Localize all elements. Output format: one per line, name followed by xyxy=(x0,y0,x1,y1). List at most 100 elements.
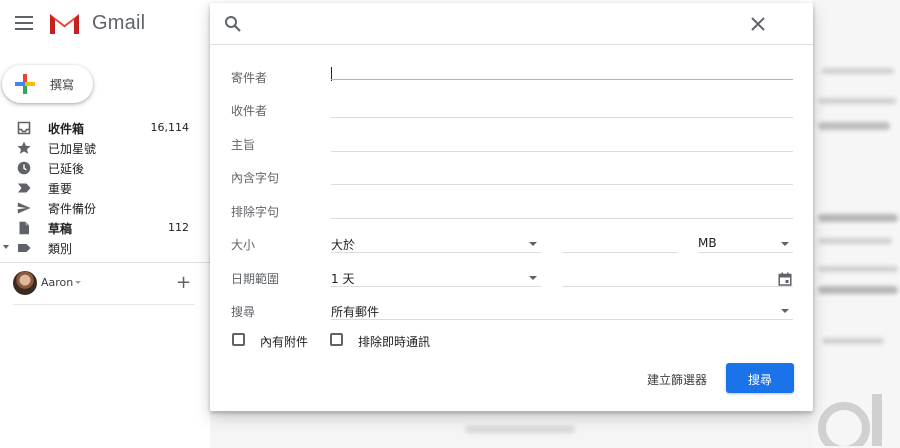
search-in-row: 搜尋 所有郵件 xyxy=(210,296,813,330)
gmail-logo-icon[interactable] xyxy=(48,11,81,36)
sidebar-item-inbox[interactable]: 收件箱 16,114 xyxy=(0,118,210,138)
account-name: Aaron xyxy=(41,276,74,289)
has-words-label: 內含字句 xyxy=(231,171,280,185)
has-words-underline xyxy=(331,184,793,185)
exclude-words-underline xyxy=(331,218,793,219)
to-label: 收件者 xyxy=(231,104,268,118)
subject-row: 主旨 xyxy=(210,129,813,163)
main-menu-icon[interactable] xyxy=(15,16,33,30)
sidebar-item-label: 寄件備份 xyxy=(48,202,97,216)
date-range-underline xyxy=(331,286,541,287)
size-value-underline xyxy=(562,252,678,253)
sidebar-item-sent[interactable]: 寄件備份 xyxy=(0,198,210,218)
search-icon[interactable] xyxy=(224,15,242,33)
inbox-icon xyxy=(17,121,31,135)
subject-field[interactable] xyxy=(331,131,793,151)
clock-icon xyxy=(17,161,31,175)
size-unit-select[interactable]: MB xyxy=(698,229,793,253)
exclude-chats-checkbox[interactable] xyxy=(330,333,343,346)
date-range-row: 日期範圍 1 天 xyxy=(210,263,813,297)
dropdown-arrow-icon xyxy=(781,242,789,246)
date-field[interactable] xyxy=(562,267,774,287)
sidebar-item-label: 草稿 xyxy=(48,222,73,236)
from-field[interactable] xyxy=(331,64,793,84)
app-header: Gmail xyxy=(0,0,210,48)
draft-icon xyxy=(19,221,29,235)
exclude-words-row: 排除字句 xyxy=(210,196,813,230)
add-contact-icon[interactable]: + xyxy=(176,272,191,293)
size-value-field[interactable] xyxy=(562,233,678,253)
size-operator-select[interactable]: 大於 xyxy=(331,229,541,253)
important-icon xyxy=(18,183,31,193)
date-range-value: 1 天 xyxy=(331,272,355,286)
blurred-row xyxy=(818,266,898,272)
subject-label: 主旨 xyxy=(231,138,256,152)
search-input[interactable] xyxy=(256,12,756,36)
search-button[interactable]: 搜尋 xyxy=(726,363,794,393)
has-attachment-label: 內有附件 xyxy=(260,335,309,349)
blurred-row xyxy=(465,426,575,433)
search-in-label: 搜尋 xyxy=(231,305,256,319)
to-row: 收件者 xyxy=(210,95,813,129)
exclude-chats-label: 排除即時通訊 xyxy=(358,335,431,349)
search-in-select[interactable]: 所有郵件 xyxy=(331,296,793,320)
calendar-icon[interactable] xyxy=(778,272,792,286)
plus-icon xyxy=(15,74,35,94)
date-range-select[interactable]: 1 天 xyxy=(331,263,541,287)
blurred-row xyxy=(818,238,892,244)
star-icon xyxy=(17,141,31,154)
watermark-logo xyxy=(818,394,882,446)
size-operator-underline xyxy=(331,252,541,253)
has-words-field[interactable] xyxy=(331,164,793,184)
advanced-search-dialog: 寄件者 收件者 主旨 內含字句 排除字句 大小 大於 MB 日期範圍 1 天 搜… xyxy=(210,3,813,411)
sidebar-item-starred[interactable]: 已加星號 xyxy=(0,138,210,158)
drafts-count: 112 xyxy=(168,221,189,234)
compose-button[interactable]: 撰寫 xyxy=(2,65,93,103)
blurred-row xyxy=(822,338,884,344)
sidebar-item-label: 類別 xyxy=(48,242,73,256)
has-attachment-checkbox[interactable] xyxy=(232,333,245,346)
date-underline xyxy=(562,286,793,287)
blurred-row xyxy=(818,286,898,294)
search-in-value: 所有郵件 xyxy=(331,305,380,319)
sidebar-nav: 收件箱 16,114 已加星號 已延後 重要 寄件備份 草稿 112 類別 xyxy=(0,118,210,258)
create-filter-button[interactable]: 建立篩選器 xyxy=(640,366,714,392)
to-underline xyxy=(331,117,793,118)
size-unit-underline xyxy=(698,252,793,253)
sidebar-item-categories[interactable]: 類別 xyxy=(0,238,210,258)
size-row: 大小 大於 MB xyxy=(210,229,813,263)
sidebar-item-important[interactable]: 重要 xyxy=(0,178,210,198)
has-words-row: 內含字句 xyxy=(210,162,813,196)
search-in-underline xyxy=(331,319,793,320)
sidebar-item-label: 收件箱 xyxy=(48,122,85,136)
sidebar-divider xyxy=(0,262,210,263)
send-icon xyxy=(17,202,31,214)
search-bar xyxy=(210,3,813,45)
avatar[interactable] xyxy=(13,271,37,295)
expand-caret-icon[interactable] xyxy=(3,245,9,249)
subject-underline xyxy=(331,151,793,152)
inbox-count: 16,114 xyxy=(150,121,190,134)
size-label: 大小 xyxy=(231,238,256,252)
label-icon xyxy=(18,244,31,252)
sidebar-item-drafts[interactable]: 草稿 112 xyxy=(0,218,210,238)
close-icon[interactable] xyxy=(750,16,766,32)
dropdown-arrow-icon xyxy=(529,276,537,280)
sidebar-item-label: 重要 xyxy=(48,182,73,196)
account-switcher[interactable]: Aaron + xyxy=(13,270,203,296)
compose-label: 撰寫 xyxy=(50,78,75,92)
to-field[interactable] xyxy=(331,97,793,117)
dropdown-arrow-icon xyxy=(781,309,789,313)
from-row: 寄件者 xyxy=(210,62,813,96)
account-caret-icon[interactable] xyxy=(75,281,81,284)
sidebar-divider xyxy=(13,304,195,305)
mail-list-background-bottom xyxy=(210,412,812,448)
sidebar-item-snoozed[interactable]: 已延後 xyxy=(0,158,210,178)
exclude-words-label: 排除字句 xyxy=(231,205,280,219)
exclude-words-field[interactable] xyxy=(331,198,793,218)
blurred-row xyxy=(818,214,898,222)
date-range-label: 日期範圍 xyxy=(231,272,280,286)
size-unit-value: MB xyxy=(698,236,717,250)
blurred-row xyxy=(818,98,896,104)
from-label: 寄件者 xyxy=(231,71,268,85)
